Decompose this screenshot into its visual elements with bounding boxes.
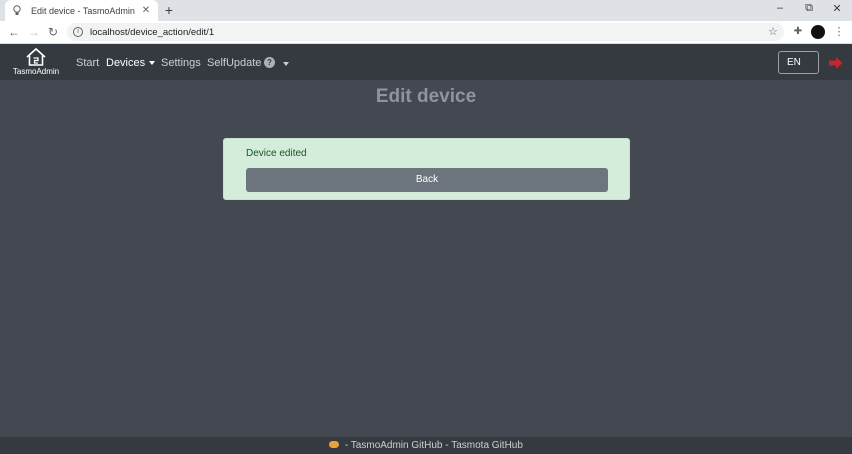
- chevron-down-icon: [149, 61, 156, 66]
- browser-toolbar: ← → ↻ i localhost/device_action/edit/1 ☆…: [0, 21, 852, 44]
- footer-tasmoadmin-link[interactable]: TasmoAdmin GitHub: [351, 440, 443, 451]
- sign-out-icon[interactable]: [829, 56, 843, 69]
- browser-tab[interactable]: Edit device - TasmoAdmin ✕: [5, 0, 158, 21]
- reload-icon[interactable]: ↻: [46, 25, 60, 39]
- nav-devices[interactable]: Devices: [106, 57, 156, 69]
- app-navbar: TasmoAdmin Start Devices Settings SelfUp…: [0, 44, 852, 80]
- info-icon[interactable]: i: [73, 27, 83, 37]
- restore-button[interactable]: ⧉: [800, 2, 818, 15]
- address-bar[interactable]: i localhost/device_action/edit/1 ☆: [67, 23, 784, 41]
- browser-tab-bar: Edit device - TasmoAdmin ✕ + – ⧉ ✕: [0, 0, 852, 21]
- footer-separator: -: [342, 440, 351, 451]
- extensions-icon[interactable]: ✚: [792, 26, 804, 38]
- brand-name: TasmoAdmin: [12, 67, 60, 76]
- back-button[interactable]: Back: [246, 168, 608, 192]
- question-circle-icon[interactable]: ?: [264, 57, 275, 68]
- bulb-icon: [11, 5, 23, 17]
- nav-start[interactable]: Start: [76, 57, 99, 69]
- cloud-icon: [329, 440, 340, 448]
- address-url: localhost/device_action/edit/1: [90, 26, 215, 38]
- chevron-down-icon: [283, 62, 289, 67]
- minimize-button[interactable]: –: [771, 2, 789, 14]
- nav-selfupdate[interactable]: SelfUpdate: [207, 57, 261, 69]
- alert-message: Device edited: [246, 148, 307, 159]
- page-title: Edit device: [375, 86, 477, 107]
- footer: - TasmoAdmin GitHub - Tasmota GitHub: [0, 437, 852, 454]
- nav-settings[interactable]: Settings: [161, 57, 201, 69]
- tab-title: Edit device - TasmoAdmin: [31, 5, 135, 16]
- new-tab-button[interactable]: +: [162, 3, 176, 17]
- forward-arrow-icon[interactable]: →: [27, 25, 41, 39]
- house-icon: [26, 47, 46, 66]
- tab-close-icon[interactable]: ✕: [140, 5, 152, 16]
- help-dropdown[interactable]: [279, 58, 289, 70]
- window-close-button[interactable]: ✕: [828, 2, 846, 15]
- language-select[interactable]: EN: [778, 51, 819, 74]
- back-arrow-icon[interactable]: ←: [7, 25, 21, 39]
- footer-tasmota-link[interactable]: Tasmota GitHub: [451, 440, 523, 451]
- menu-dots-icon[interactable]: ⋮: [833, 26, 845, 38]
- profile-avatar[interactable]: [811, 25, 825, 39]
- bookmark-star-icon[interactable]: ☆: [768, 25, 778, 38]
- success-alert: Device edited Back: [223, 138, 630, 200]
- nav-devices-label: Devices: [106, 57, 146, 69]
- brand-link[interactable]: TasmoAdmin: [10, 47, 62, 79]
- footer-separator-2: -: [442, 440, 452, 451]
